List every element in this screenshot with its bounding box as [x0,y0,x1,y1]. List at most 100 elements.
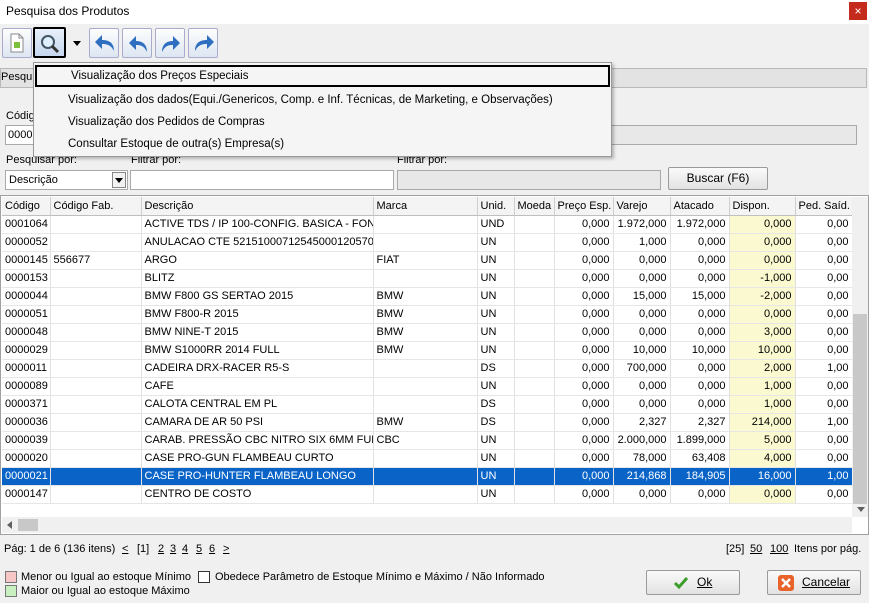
table-cell: 0,000 [670,305,730,324]
menu-item-precos-especiais[interactable]: Visualização dos Preços Especiais [35,65,610,87]
cancel-x-icon [778,575,794,591]
column-header[interactable]: Unid. [477,197,515,216]
page-size-50[interactable]: 50 [750,543,762,555]
title-bar [0,0,869,24]
table-cell [50,287,142,306]
table-cell [514,377,555,396]
table-cell [514,395,555,414]
buscar-button[interactable]: Buscar (F6) [668,167,768,190]
table-cell [514,359,555,378]
table-cell: BMW S1000RR 2014 FULL [141,341,374,360]
table-row[interactable]: 0000036 CAMARA DE AR 50 PSI BMW DS 0,000 2,32… [2,413,853,432]
ok-button[interactable]: Ok [646,570,740,595]
column-header[interactable]: Código Fab. [50,197,142,216]
table-cell: 0,000 [670,269,730,288]
table-cell: 0,000 [554,269,614,288]
column-header[interactable]: Varejo [613,197,671,216]
next-record-button[interactable] [155,28,185,58]
table-cell: 1,000 [613,233,671,252]
pesquisar-select[interactable]: Descrição [5,170,128,190]
menu-item-estoque-outras-empresas[interactable]: Consultar Estoque de outra(s) Empresa(s) [34,133,611,155]
page-size-100[interactable]: 100 [770,543,788,555]
dropdown-arrow-button[interactable] [72,38,82,48]
table-row[interactable]: 0000020 CASE PRO-GUN FLAMBEAU CURTO UN 0,00… [2,449,853,468]
table-cell: 214,868 [613,467,671,486]
table-cell: 0,000 [670,233,730,252]
table-row[interactable]: 0000145 556677 ARGO FIAT UN 0,000 0,000 0,000 0,… [2,251,853,270]
table-cell: CBC [373,431,478,450]
last-record-button[interactable] [188,28,218,58]
table-row[interactable]: 0000044 BMW F800 GS SERTAO 2015 BMW UN 0,000… [2,287,853,306]
scroll-down-icon[interactable] [854,502,868,516]
table-row[interactable]: 0000048 BMW NINE-T 2015 BMW UN 0,000 0,000 0,0… [2,323,853,342]
table-cell: 214,000 [729,413,796,432]
table-row[interactable]: 0000153 BLITZ UN 0,000 0,000 0,000 -1,000 0,00 [2,269,853,288]
table-cell: ACTIVE TDS / IP 100-CONFIG. BASICA - FON… [141,215,374,234]
table-cell: BMW F800 GS SERTAO 2015 [141,287,374,306]
table-cell: BMW [373,341,478,360]
table-cell [50,323,142,342]
column-header[interactable]: Marca [373,197,478,216]
table-row[interactable]: 0000021 CASE PRO-HUNTER FLAMBEAU LONGO UN 0… [2,467,853,486]
table-cell: 1.972,000 [670,215,730,234]
table-row[interactable]: 0000052 ANULACAO CTE 52151000712545000120… [2,233,853,252]
pager-page-2[interactable]: 2 [158,543,164,555]
table-cell: 0,000 [613,395,671,414]
vertical-scroll-thumb[interactable] [853,314,867,504]
column-header[interactable]: Moeda [514,197,555,216]
previous-record-button[interactable] [122,28,152,58]
horizontal-scrollbar[interactable] [2,517,852,533]
pager-page-6[interactable]: 6 [209,543,215,555]
table-cell: 184,905 [670,467,730,486]
menu-item-pedidos-compras[interactable]: Visualização dos Pedidos de Compras [34,111,611,133]
filtrar-input[interactable] [130,170,394,190]
column-header[interactable]: Atacado [670,197,730,216]
table-cell: 78,000 [613,449,671,468]
table-row[interactable]: 0000147 CENTRO DE COSTO UN 0,000 0,000 0,000 0… [2,485,853,504]
table-row[interactable]: 0000029 BMW S1000RR 2014 FULL BMW UN 0,000 10… [2,341,853,360]
new-document-button[interactable] [2,28,32,58]
table-cell: UN [477,251,515,270]
table-cell [514,467,555,486]
column-header[interactable]: Preço Esp. [554,197,614,216]
table-cell: BMW F800-R 2015 [141,305,374,324]
new-document-icon [10,33,24,53]
pager-prev[interactable]: < [122,543,128,555]
table-row[interactable]: 0000039 CARAB. PRESSÃO CBC NITRO SIX 6MM … [2,431,853,450]
cancel-button[interactable]: Cancelar [767,570,861,595]
menu-item-visualizacao-dados[interactable]: Visualização dos dados(Equi./Genericos, … [34,89,611,111]
column-header[interactable]: Ped. Saíd. [795,197,853,216]
table-cell [373,449,478,468]
table-row[interactable]: 0000011 CADEIRA DRX-RACER R5-S DS 0,000 700,… [2,359,853,378]
table-cell: DS [477,413,515,432]
pager-next[interactable]: > [223,543,229,555]
codigo-field[interactable]: 0000 [5,125,35,145]
table-row[interactable]: 0000371 CALOTA CENTRAL EM PL DS 0,000 0,000 0… [2,395,853,414]
table-cell [514,251,555,270]
table-cell: 0000048 [2,323,51,342]
table-cell: 0,00 [795,215,853,234]
products-grid[interactable]: Código Código Fab. Descrição Marca Unid. Moed… [0,195,869,535]
search-options-button[interactable] [33,27,66,58]
table-cell: 0000052 [2,233,51,252]
pager-page-3[interactable]: 3 [170,543,176,555]
table-row[interactable]: 0001064 ACTIVE TDS / IP 100-CONFIG. BASIC… [2,215,853,234]
column-header[interactable]: Dispon. [729,197,796,216]
legend-menor-label: Menor ou Igual ao estoque Mínimo [21,571,191,583]
table-row[interactable]: 0000089 CAFE UN 0,000 0,000 0,000 1,000 0,00 [2,377,853,396]
table-cell: 15,000 [613,287,671,306]
pager-page-4[interactable]: 4 [182,543,188,555]
pager-page-5[interactable]: 5 [196,543,202,555]
first-record-button[interactable] [89,28,119,58]
table-cell: 1,00 [795,467,853,486]
tab-pesquisa[interactable]: Pesqu [1,71,32,83]
table-cell: 0,00 [795,269,853,288]
table-cell [514,215,555,234]
table-cell: 1.899,000 [670,431,730,450]
column-header[interactable]: Descrição [141,197,374,216]
column-header[interactable]: Código [2,197,51,216]
table-row[interactable]: 0000051 BMW F800-R 2015 BMW UN 0,000 0,000 0,0… [2,305,853,324]
close-button[interactable]: × [849,2,867,20]
table-cell: 0,000 [729,485,796,504]
horizontal-scroll-thumb[interactable] [18,519,38,531]
